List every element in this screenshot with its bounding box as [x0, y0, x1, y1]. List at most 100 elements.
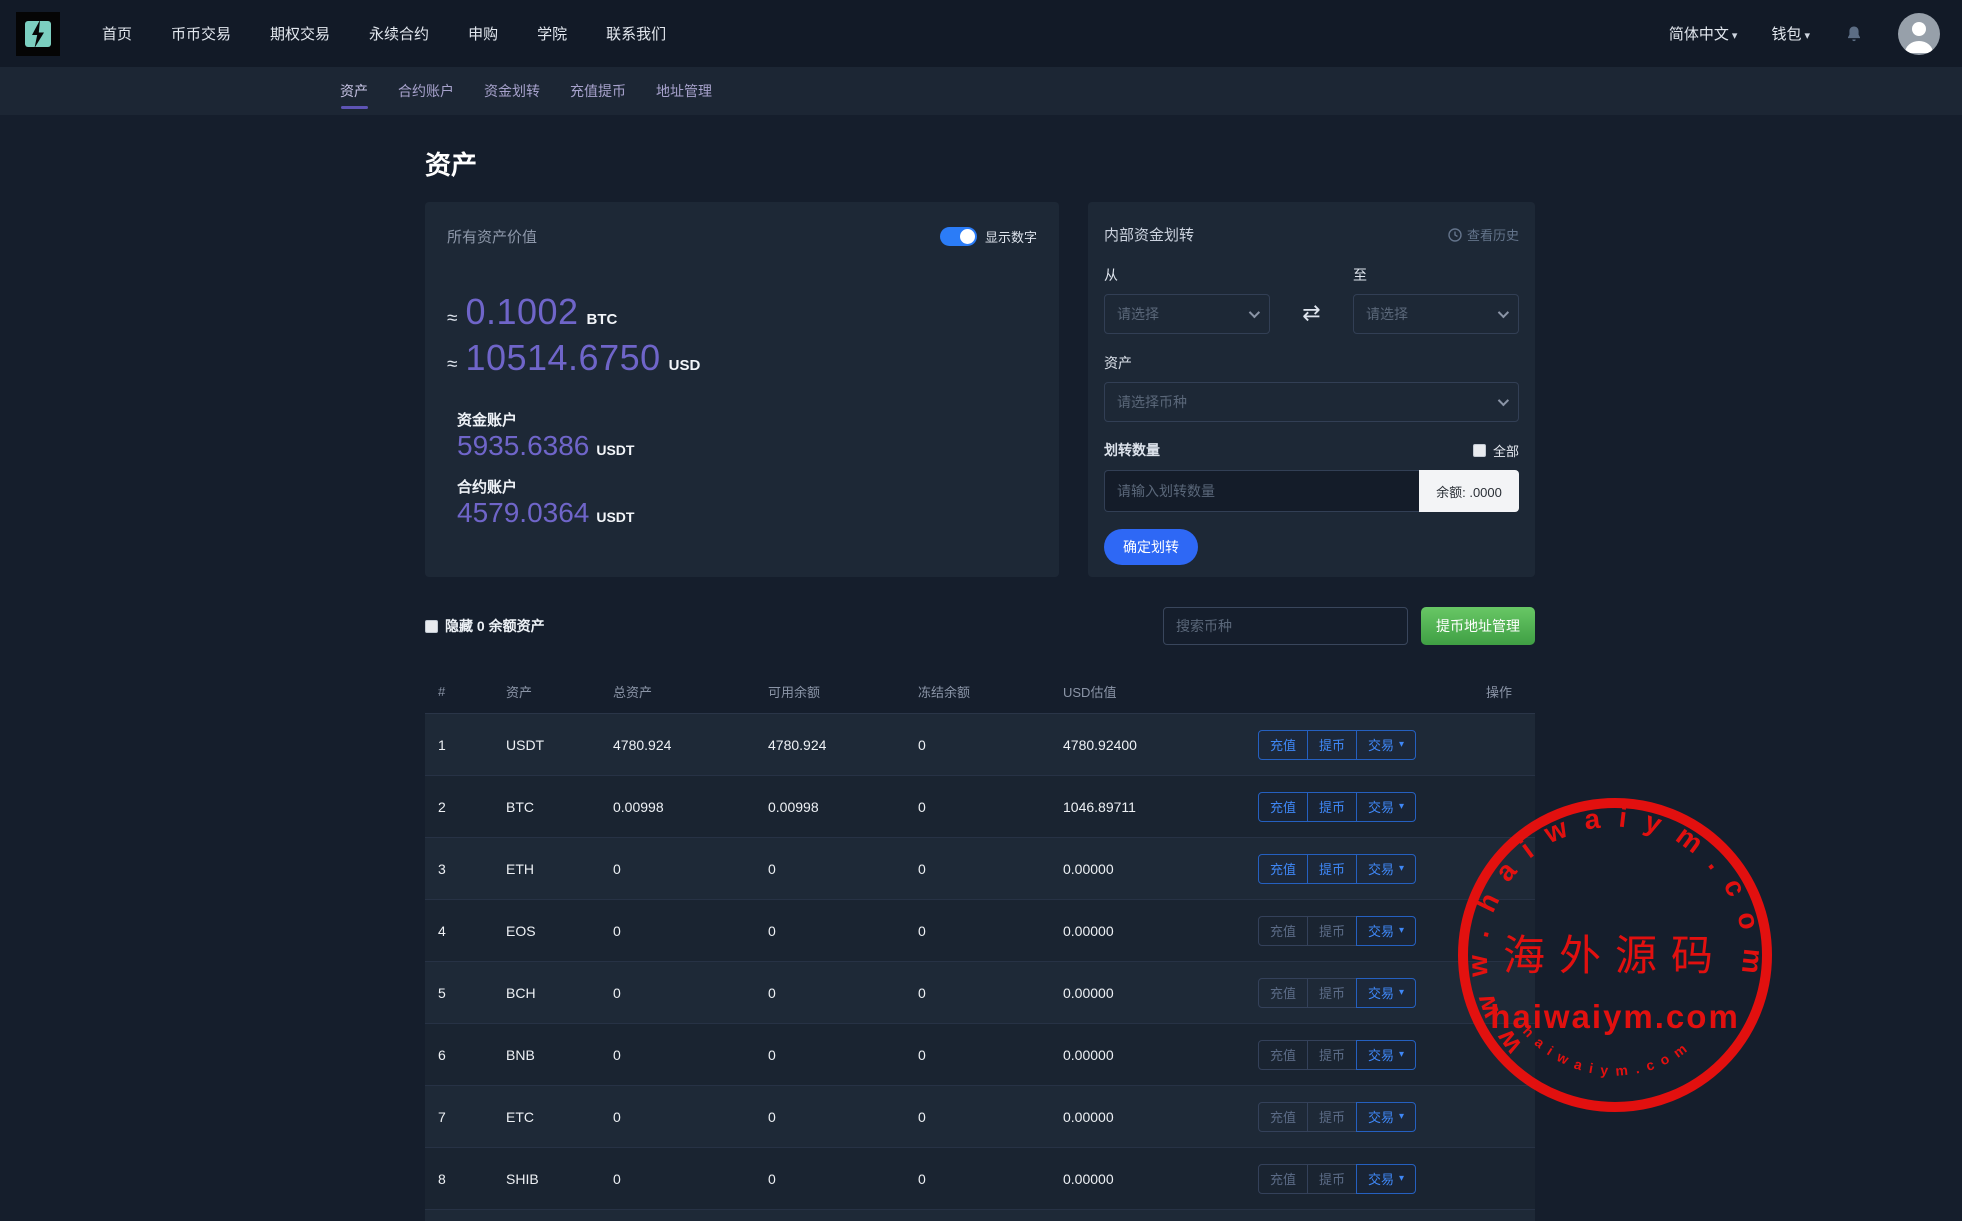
deposit-button[interactable]: 充值	[1258, 1040, 1308, 1070]
row-actions: 充值 提币 交易▾	[1258, 1102, 1535, 1132]
assets-table-header: # 资产 总资产 可用余额 冻结余额 USD估值 操作	[425, 670, 1535, 714]
funding-account-label: 资金账户	[457, 409, 1037, 430]
to-select[interactable]: 请选择	[1353, 294, 1519, 334]
header-frozen: 冻结余额	[918, 682, 1063, 701]
cell-frozen: 0	[918, 1171, 1063, 1187]
trade-button-label: 交易	[1368, 859, 1394, 878]
table-row: 3 ETH 0 0 0 0.00000 充值 提币 交易▾	[425, 838, 1535, 900]
withdraw-button[interactable]: 提币	[1307, 854, 1357, 884]
subtab-address-manage[interactable]: 地址管理	[656, 67, 712, 115]
nav-item-options[interactable]: 期权交易	[270, 23, 330, 44]
cell-index: 5	[438, 985, 506, 1001]
row-actions: 充值 提币 交易▾	[1258, 978, 1535, 1008]
nav-item-perpetual[interactable]: 永续合约	[369, 23, 429, 44]
cell-frozen: 0	[918, 985, 1063, 1001]
cell-usd: 0.00000	[1063, 1047, 1258, 1063]
cell-total: 0	[613, 923, 768, 939]
cell-usd: 0.00000	[1063, 1109, 1258, 1125]
cell-available: 0.00998	[768, 799, 918, 815]
nav-item-spot[interactable]: 币币交易	[171, 23, 231, 44]
deposit-button[interactable]: 充值	[1258, 1164, 1308, 1194]
cell-available: 0	[768, 1171, 918, 1187]
wallet-dropdown[interactable]: 钱包▾	[1771, 23, 1810, 44]
table-row: 2 BTC 0.00998 0.00998 0 1046.89711 充值 提币…	[425, 776, 1535, 838]
chevron-down-icon: ▾	[1804, 30, 1810, 42]
cell-total: 0.00998	[613, 799, 768, 815]
cell-asset: BCH	[506, 985, 613, 1001]
search-coin-input[interactable]	[1163, 607, 1408, 645]
row-actions: 充值 提币 交易▾	[1258, 916, 1535, 946]
cell-available: 0	[768, 985, 918, 1001]
table-row: 充值 提币 交易▾	[425, 1210, 1535, 1221]
chevron-down-icon: ▾	[1399, 801, 1404, 812]
deposit-button[interactable]: 充值	[1258, 916, 1308, 946]
subtab-contract-account[interactable]: 合约账户	[398, 67, 454, 115]
trade-button-label: 交易	[1368, 1107, 1394, 1126]
cell-asset: EOS	[506, 923, 613, 939]
cell-usd: 1046.89711	[1063, 799, 1258, 815]
nav-item-academy[interactable]: 学院	[537, 23, 567, 44]
to-label: 至	[1353, 265, 1519, 285]
trade-button[interactable]: 交易▾	[1356, 792, 1416, 822]
btc-total-value: 0.1002	[465, 291, 578, 333]
trade-button[interactable]: 交易▾	[1356, 1164, 1416, 1194]
chevron-down-icon	[1498, 307, 1509, 318]
deposit-button[interactable]: 充值	[1258, 854, 1308, 884]
withdraw-button[interactable]: 提币	[1307, 916, 1357, 946]
cell-available: 0	[768, 1109, 918, 1125]
withdraw-button[interactable]: 提币	[1307, 1040, 1357, 1070]
amount-input[interactable]	[1104, 470, 1419, 512]
trade-button[interactable]: 交易▾	[1356, 1102, 1416, 1132]
trade-button[interactable]: 交易▾	[1356, 978, 1416, 1008]
notification-bell-icon[interactable]	[1844, 24, 1864, 44]
subtab-assets[interactable]: 资产	[340, 67, 368, 115]
cell-index: 1	[438, 737, 506, 753]
subtab-deposit-withdraw[interactable]: 充值提币	[570, 67, 626, 115]
contract-account-unit: USDT	[596, 509, 634, 525]
to-select-placeholder: 请选择	[1366, 304, 1408, 324]
withdraw-button[interactable]: 提币	[1307, 730, 1357, 760]
logo-icon	[23, 19, 53, 49]
logo[interactable]	[16, 12, 60, 56]
assets-table: # 资产 总资产 可用余额 冻结余额 USD估值 操作 1 USDT 4780.…	[425, 670, 1535, 1221]
trade-button[interactable]: 交易▾	[1356, 854, 1416, 884]
table-row: 8 SHIB 0 0 0 0.00000 充值 提币 交易▾	[425, 1148, 1535, 1210]
top-navbar: 首页 币币交易 期权交易 永续合约 申购 学院 联系我们 简体中文▾ 钱包▾	[0, 0, 1962, 67]
hide-zero-checkbox[interactable]	[425, 620, 438, 633]
deposit-button[interactable]: 充值	[1258, 792, 1308, 822]
withdraw-button[interactable]: 提币	[1307, 792, 1357, 822]
approx-sign: ≈	[447, 354, 457, 376]
nav-item-contact[interactable]: 联系我们	[606, 23, 666, 44]
language-dropdown[interactable]: 简体中文▾	[1669, 23, 1738, 44]
deposit-button[interactable]: 充值	[1258, 1102, 1308, 1132]
show-numbers-toggle[interactable]	[940, 227, 977, 246]
table-row: 5 BCH 0 0 0 0.00000 充值 提币 交易▾	[425, 962, 1535, 1024]
nav-item-subscribe[interactable]: 申购	[468, 23, 498, 44]
trade-button[interactable]: 交易▾	[1356, 916, 1416, 946]
swap-icon[interactable]: ⇄	[1270, 300, 1353, 334]
withdraw-address-button[interactable]: 提币地址管理	[1421, 607, 1535, 645]
withdraw-button[interactable]: 提币	[1307, 1164, 1357, 1194]
nav-item-home[interactable]: 首页	[102, 23, 132, 44]
withdraw-button[interactable]: 提币	[1307, 978, 1357, 1008]
from-select[interactable]: 请选择	[1104, 294, 1270, 334]
cell-index: 3	[438, 861, 506, 877]
transfer-all-checkbox[interactable]	[1473, 444, 1486, 457]
subtab-fund-transfer[interactable]: 资金划转	[484, 67, 540, 115]
cell-total: 0	[613, 861, 768, 877]
cell-usd: 0.00000	[1063, 1171, 1258, 1187]
user-avatar[interactable]	[1898, 13, 1940, 55]
deposit-button[interactable]: 充值	[1258, 730, 1308, 760]
deposit-button[interactable]: 充值	[1258, 978, 1308, 1008]
withdraw-button[interactable]: 提币	[1307, 1102, 1357, 1132]
asset-select[interactable]: 请选择币种	[1104, 382, 1519, 422]
view-history-link[interactable]: 查看历史	[1448, 225, 1519, 244]
chevron-down-icon: ▾	[1399, 739, 1404, 750]
stamp-center-cn: 海外源码	[1503, 931, 1727, 980]
cell-index: 6	[438, 1047, 506, 1063]
trade-button[interactable]: 交易▾	[1356, 1040, 1416, 1070]
confirm-transfer-button[interactable]: 确定划转	[1104, 529, 1198, 565]
wallet-label: 钱包	[1771, 26, 1801, 43]
trade-button[interactable]: 交易▾	[1356, 730, 1416, 760]
asset-select-placeholder: 请选择币种	[1117, 392, 1187, 412]
